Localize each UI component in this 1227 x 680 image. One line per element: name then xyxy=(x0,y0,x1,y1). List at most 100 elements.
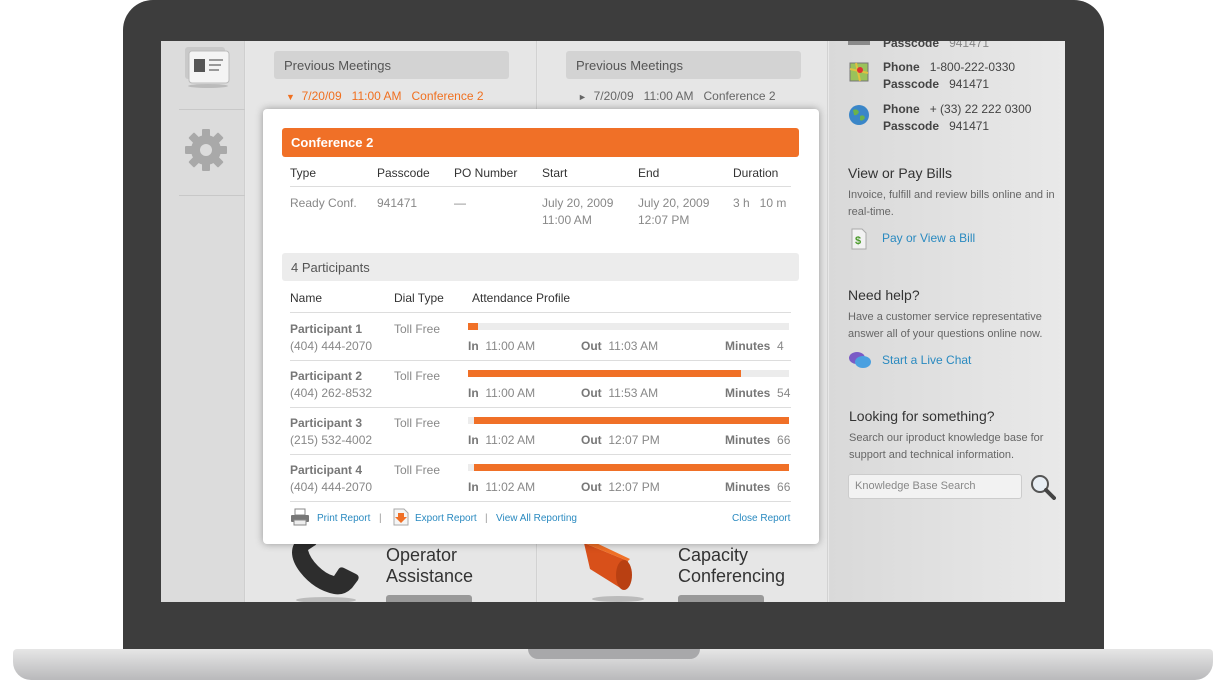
attendance-track xyxy=(468,417,789,424)
search-title: Looking for something? xyxy=(849,408,995,424)
megaphone-icon xyxy=(578,539,658,602)
col-header-dial-type: Dial Type xyxy=(394,291,444,305)
operator-assistance-label[interactable]: Operator Assistance xyxy=(386,545,506,587)
conf-type: Ready Conf. xyxy=(290,196,357,210)
participant-phone: (404) 444-2070 xyxy=(290,480,373,494)
live-chat-link[interactable]: Start a Live Chat xyxy=(882,353,971,367)
chevron-right-icon: ► xyxy=(578,92,587,102)
col-header-po-number: PO Number xyxy=(454,166,518,180)
col-header-duration: Duration xyxy=(733,166,779,180)
conference-report-modal: Conference 2 Type Passcode PO Number Sta… xyxy=(263,109,819,544)
participant-dial-type: Toll Free xyxy=(394,322,441,336)
close-report-link[interactable]: Close Report xyxy=(732,513,790,524)
contact-cards-icon[interactable] xyxy=(181,43,233,89)
participant-minutes: Minutes 66 xyxy=(725,480,790,494)
in-time: 11:02 AM xyxy=(485,480,536,494)
map-icon xyxy=(848,61,870,83)
participant-in: In 11:02 AM xyxy=(468,433,535,447)
search-icon[interactable] xyxy=(1030,474,1056,500)
conf-start-time: 11:00 AM xyxy=(542,213,592,227)
participants-header: 4 Participants xyxy=(282,253,799,281)
participant-phone: (404) 444-2070 xyxy=(290,339,373,353)
card-icon xyxy=(848,41,870,45)
previous-meeting-row[interactable]: ▼ 7/20/09 11:00 AM Conference 2 xyxy=(286,89,484,103)
col-header-type: Type xyxy=(290,166,317,180)
attendance-bar xyxy=(468,323,478,330)
in-label: In xyxy=(468,386,479,400)
participant-dial-type: Toll Free xyxy=(394,369,441,383)
gear-icon[interactable] xyxy=(183,127,229,173)
phone-label: Phone xyxy=(883,60,920,74)
out-time: 12:07 PM xyxy=(608,480,660,494)
meeting-name: Conference 2 xyxy=(703,89,776,103)
participant-name: Participant 3 xyxy=(290,416,363,430)
passcode-label: Passcode xyxy=(883,41,940,50)
minutes-label: Minutes xyxy=(725,386,771,400)
col-header-name: Name xyxy=(290,291,323,305)
participant-name: Participant 4 xyxy=(290,463,363,477)
passcode-1: Passcode 941471 xyxy=(883,77,989,91)
meeting-name: Conference 2 xyxy=(411,89,484,103)
printer-icon[interactable] xyxy=(290,508,310,526)
globe-icon xyxy=(848,104,870,126)
participant-in: In 11:02 AM xyxy=(468,480,535,494)
participant-minutes: Minutes 66 xyxy=(725,433,790,447)
previous-meetings-header[interactable]: Previous Meetings xyxy=(566,51,801,79)
knowledge-base-search-input[interactable]: Knowledge Base Search xyxy=(848,474,1022,499)
passcode-partial: Passcode 941471 xyxy=(883,41,989,50)
minutes-value: 66 xyxy=(777,433,791,447)
passcode-value: 941471 xyxy=(949,41,990,50)
minutes-value: 4 xyxy=(777,339,784,353)
previous-meetings-header[interactable]: Previous Meetings xyxy=(274,51,509,79)
help-text: Have a customer service representative a… xyxy=(848,311,1043,340)
participant-name: Participant 2 xyxy=(290,369,363,383)
export-icon[interactable] xyxy=(393,508,409,526)
capacity-button[interactable] xyxy=(678,595,764,602)
rail-divider xyxy=(179,195,245,196)
rail-divider xyxy=(179,109,245,110)
out-label: Out xyxy=(581,386,602,400)
bills-title: View or Pay Bills xyxy=(848,165,953,181)
participant-out: Out 12:07 PM xyxy=(581,480,660,494)
meeting-time: 11:00 AM xyxy=(351,89,402,103)
pay-bill-link[interactable]: Pay or View a Bill xyxy=(882,231,975,245)
passcode-label: Passcode xyxy=(883,77,940,91)
print-report-link[interactable]: Print Report xyxy=(317,513,370,524)
phone-2: Phone + (33) 22 222 0300 xyxy=(883,102,1031,116)
search-text: Search our iproduct knowledge base for s… xyxy=(849,432,1044,461)
export-report-link[interactable]: Export Report xyxy=(415,513,477,524)
participant-name: Participant 1 xyxy=(290,322,363,336)
operator-button[interactable] xyxy=(386,595,472,602)
in-label: In xyxy=(468,480,479,494)
chat-icon xyxy=(848,349,872,371)
passcode-2: Passcode 941471 xyxy=(883,119,989,133)
participant-minutes: Minutes 4 xyxy=(725,339,784,353)
attendance-track xyxy=(468,323,789,330)
out-time: 11:53 AM xyxy=(608,386,659,400)
out-label: Out xyxy=(581,339,602,353)
in-label: In xyxy=(468,433,479,447)
phone-icon xyxy=(286,529,366,602)
phone-label: Phone xyxy=(883,102,920,116)
capacity-conferencing-label[interactable]: Capacity Conferencing xyxy=(678,545,808,587)
chevron-down-icon: ▼ xyxy=(286,92,295,102)
participant-dial-type: Toll Free xyxy=(394,416,441,430)
in-time: 11:02 AM xyxy=(485,433,536,447)
meeting-time: 11:00 AM xyxy=(643,89,694,103)
participant-phone: (215) 532-4002 xyxy=(290,433,373,447)
minutes-label: Minutes xyxy=(725,433,771,447)
attendance-bar xyxy=(468,370,741,377)
participant-out: Out 11:03 AM xyxy=(581,339,658,353)
divider xyxy=(290,407,791,408)
in-label: In xyxy=(468,339,479,353)
out-label: Out xyxy=(581,480,602,494)
meeting-date: 7/20/09 xyxy=(301,89,342,103)
view-all-reporting-link[interactable]: View All Reporting xyxy=(496,513,577,524)
out-label: Out xyxy=(581,433,602,447)
out-time: 12:07 PM xyxy=(608,433,660,447)
previous-meeting-row[interactable]: ► 7/20/09 11:00 AM Conference 2 xyxy=(578,89,776,103)
passcode-label: Passcode xyxy=(883,119,940,133)
divider xyxy=(290,360,791,361)
divider xyxy=(290,454,791,455)
minutes-label: Minutes xyxy=(725,339,771,353)
